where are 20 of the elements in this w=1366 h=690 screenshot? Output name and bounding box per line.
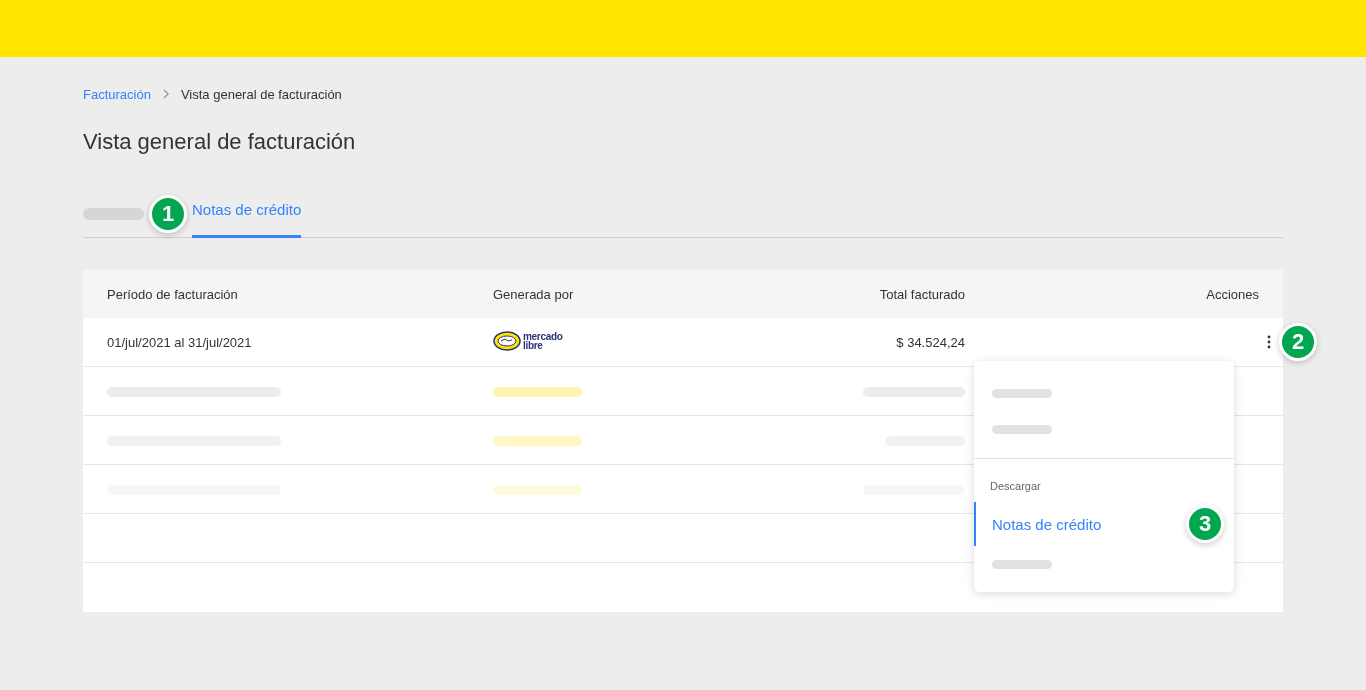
text-placeholder	[992, 424, 1052, 434]
text-placeholder	[992, 559, 1052, 569]
table-cell-text: $ 34.524,24	[895, 334, 965, 350]
breadcrumb-current: Vista general de facturación	[180, 86, 342, 102]
step-badge: 3	[1186, 505, 1224, 543]
column-header: Generada por	[493, 286, 575, 302]
breadcrumb-link[interactable]: Facturación	[83, 86, 151, 102]
column-header: Acciones	[1205, 286, 1259, 302]
column-header: Total facturado	[878, 286, 965, 302]
menu-item[interactable]: Notas de crédito	[992, 515, 1102, 533]
step-badge: 1	[149, 194, 187, 233]
tab[interactable]: Notas de crédito	[192, 189, 302, 238]
table-cell-text: 01/jul/2021 al 31/jul/2021	[107, 334, 253, 350]
page-title: Vista general de facturación	[83, 128, 357, 156]
column-header: Período de facturación	[107, 286, 239, 302]
menu-section-label: Descargar	[989, 479, 1042, 494]
chevron-right-icon	[162, 89, 169, 99]
text-placeholder	[992, 388, 1052, 398]
step-badge: 2	[1279, 323, 1317, 361]
brand-logo: mercado libre	[493, 330, 563, 351]
